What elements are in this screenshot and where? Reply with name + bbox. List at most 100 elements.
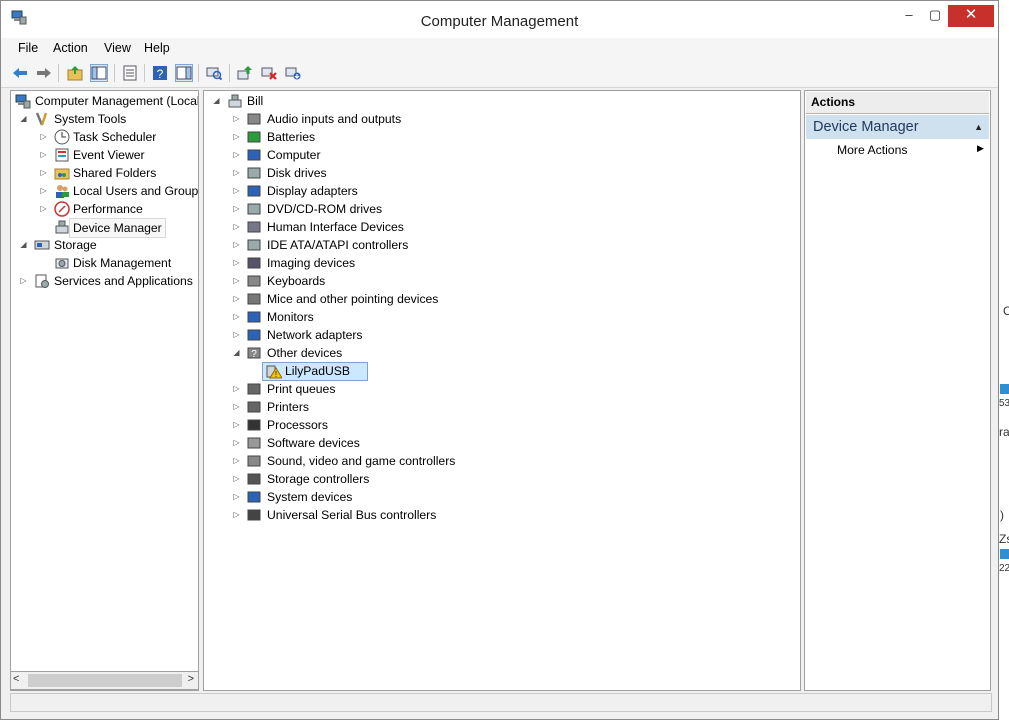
event-viewer-icon	[55, 148, 69, 162]
expand-arrow-icon[interactable]: ▷	[232, 272, 241, 290]
actions-section-device-manager[interactable]: Device Manager ▲	[806, 115, 989, 139]
actions-header: Actions	[806, 92, 989, 114]
expand-arrow-icon[interactable]: ▷	[232, 326, 241, 344]
maximize-button[interactable]: ▢	[922, 5, 948, 27]
minimize-button[interactable]: –	[896, 5, 922, 27]
collapse-up-icon[interactable]: ▲	[974, 115, 983, 139]
network-adapter-icon	[247, 329, 261, 341]
expand-arrow-icon[interactable]: ▷	[232, 506, 241, 524]
computer-icon	[247, 149, 261, 161]
sound-icon	[247, 455, 261, 467]
up-folder-icon[interactable]	[67, 65, 83, 81]
expand-arrow-icon[interactable]: ▷	[232, 146, 241, 164]
background-window-text: Zs	[999, 532, 1009, 546]
expand-arrow-icon[interactable]: ▷	[39, 146, 48, 164]
expand-arrow-icon[interactable]: ▷	[232, 164, 241, 182]
tree-label: Event Viewer	[73, 148, 145, 162]
device-tree-pane[interactable]: ◢ Bill ▷ Audio inputs and outputs ▷ Batteri…	[203, 90, 801, 691]
menu-help[interactable]: Help	[144, 41, 170, 55]
device-category-label: Network adapters	[267, 328, 363, 342]
scroll-thumb[interactable]	[28, 674, 182, 687]
tree-label: Storage	[54, 238, 97, 252]
device-category-label: Imaging devices	[267, 256, 356, 270]
expand-arrow-icon[interactable]: ▷	[232, 380, 241, 398]
expand-arrow-icon[interactable]: ▷	[39, 164, 48, 182]
software-device-icon	[247, 437, 261, 449]
title-bar[interactable]: Computer Management – ▢ ✕	[1, 1, 998, 38]
expand-arrow-icon[interactable]: ▷	[232, 470, 241, 488]
tree-label: Services and Applications	[54, 274, 193, 288]
expand-arrow-icon[interactable]: ▷	[232, 434, 241, 452]
device-category-label: Mice and other pointing devices	[267, 292, 439, 306]
warning-icon: !	[266, 365, 282, 379]
device-category-label: Monitors	[267, 310, 314, 324]
collapse-arrow-icon[interactable]: ◢	[19, 110, 28, 128]
disk-management-icon	[55, 258, 69, 269]
device-category-label: DVD/CD-ROM drives	[267, 202, 383, 216]
expand-arrow-icon[interactable]: ▷	[232, 182, 241, 200]
scroll-left-icon[interactable]: <	[13, 673, 19, 685]
show-action-pane-icon[interactable]	[175, 64, 193, 82]
computer-management-window: Computer Management – ▢ ✕ File Action Vi…	[0, 0, 999, 720]
storage-controller-icon	[247, 473, 261, 485]
expand-arrow-icon[interactable]: ▷	[232, 308, 241, 326]
expand-arrow-icon[interactable]: ▷	[232, 110, 241, 128]
menu-view[interactable]: View	[104, 41, 131, 55]
keyboard-icon	[247, 275, 261, 287]
users-icon	[56, 185, 69, 198]
submenu-arrow-icon[interactable]: ▶	[977, 143, 984, 154]
tree-label: Local Users and Groups	[73, 184, 199, 198]
expand-arrow-icon[interactable]: ▷	[232, 254, 241, 272]
menu-file[interactable]: File	[18, 41, 38, 55]
window-title: Computer Management	[420, 13, 579, 30]
collapse-arrow-icon[interactable]: ◢	[19, 236, 28, 254]
show-console-tree-icon[interactable]	[90, 64, 108, 82]
status-bar	[10, 693, 992, 712]
tree-label: Performance	[73, 202, 143, 216]
device-tree-label: Bill	[247, 94, 264, 108]
menu-action[interactable]: Action	[53, 41, 88, 55]
expand-arrow-icon[interactable]: ▷	[232, 200, 241, 218]
device-category-label: Disk drives	[267, 166, 327, 180]
forward-icon[interactable]	[36, 65, 52, 81]
more-actions-link[interactable]: More Actions	[837, 143, 907, 157]
background-window-text: )	[1000, 508, 1004, 522]
expand-arrow-icon[interactable]: ▷	[39, 128, 48, 146]
expand-arrow-icon[interactable]: ▷	[19, 272, 28, 290]
expand-arrow-icon[interactable]: ▷	[232, 236, 241, 254]
uninstall-device-icon[interactable]	[285, 65, 301, 81]
expand-arrow-icon[interactable]: ▷	[39, 200, 48, 218]
speaker-icon	[247, 113, 261, 125]
expand-arrow-icon[interactable]: ▷	[232, 398, 241, 416]
scroll-right-icon[interactable]: >	[188, 673, 194, 685]
device-item-lilypadusb[interactable]: ! LilyPadUSB	[262, 362, 368, 381]
device-item-label: LilyPadUSB	[285, 364, 351, 378]
expand-arrow-icon[interactable]: ▷	[39, 182, 48, 200]
toolbar-separator	[198, 64, 199, 82]
menu-bar: File Action View Help	[1, 38, 998, 59]
expand-arrow-icon[interactable]: ▷	[232, 218, 241, 236]
expand-arrow-icon[interactable]: ▷	[232, 488, 241, 506]
collapse-arrow-icon[interactable]: ◢	[232, 344, 241, 362]
device-category-label: Software devices	[267, 436, 360, 450]
background-window-text: ra	[999, 425, 1009, 439]
device-category-label: Human Interface Devices	[267, 220, 404, 234]
expand-arrow-icon[interactable]: ▷	[232, 290, 241, 308]
disable-device-icon[interactable]	[261, 65, 277, 81]
scan-hardware-changes-icon[interactable]	[206, 65, 222, 81]
help-icon[interactable]: ?	[152, 65, 168, 81]
close-button[interactable]: ✕	[948, 5, 994, 27]
back-icon[interactable]	[12, 65, 28, 81]
console-tree-pane[interactable]: Computer Management (Local ◢ System Tool…	[10, 90, 199, 691]
background-window-text: 53	[999, 398, 1009, 409]
collapse-arrow-icon[interactable]: ◢	[212, 92, 221, 110]
expand-arrow-icon[interactable]: ▷	[232, 452, 241, 470]
device-category-label: Computer	[267, 148, 321, 162]
background-window-bar	[1000, 384, 1009, 394]
system-devices-icon	[247, 491, 261, 503]
expand-arrow-icon[interactable]: ▷	[232, 416, 241, 434]
left-pane-horizontal-scrollbar[interactable]: < >	[10, 671, 199, 690]
update-driver-icon[interactable]	[237, 65, 253, 81]
expand-arrow-icon[interactable]: ▷	[232, 128, 241, 146]
properties-icon[interactable]	[122, 65, 138, 81]
